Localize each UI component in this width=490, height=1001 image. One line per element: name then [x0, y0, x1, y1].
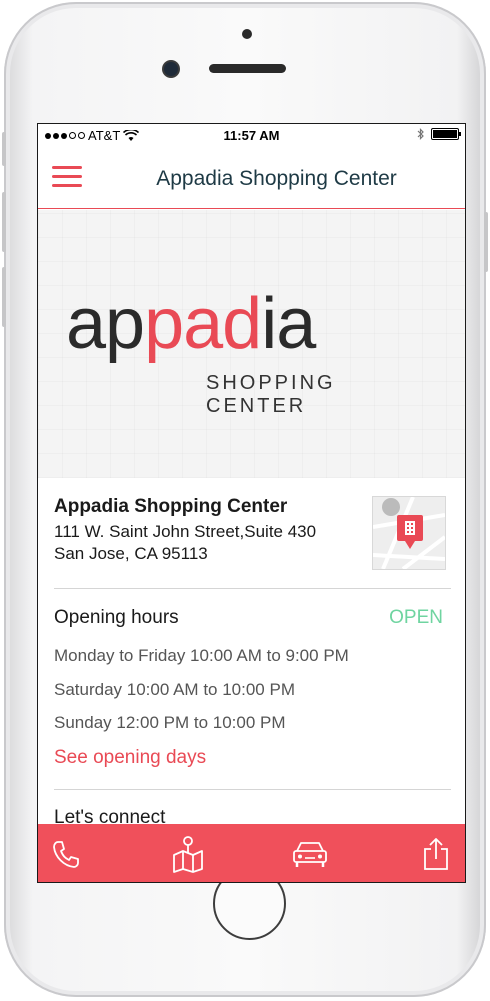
divider: [54, 588, 451, 589]
logo-text-part3: ia: [261, 284, 316, 364]
earpiece-speaker: [209, 64, 286, 73]
logo-subtitle: SHOPPING CENTER: [206, 372, 336, 417]
battery-icon: [431, 128, 461, 140]
phone-icon[interactable]: [46, 834, 86, 874]
navigation-bar: Appadia Shopping Center: [38, 146, 465, 209]
bluetooth-icon: [417, 128, 424, 140]
volume-down-button: [2, 267, 6, 327]
bottom-tab-bar: [38, 824, 465, 882]
mute-switch: [2, 132, 6, 166]
proximity-sensor: [242, 29, 252, 39]
see-opening-days-link[interactable]: See opening days: [54, 747, 206, 769]
logo-text-part1: ap: [66, 284, 145, 364]
appadia-logo: appadia SHOPPING CENTER: [66, 288, 333, 417]
opening-hours-title: Opening hours: [54, 607, 179, 628]
open-status-badge: OPEN: [389, 607, 443, 628]
status-bar: AT&T 11:57 AM: [38, 124, 465, 146]
hours-line: Saturday 10:00 AM to 10:00 PM: [54, 680, 295, 699]
hours-line: Monday to Friday 10:00 AM to 9:00 PM: [54, 646, 349, 665]
app-screen: AT&T 11:57 AM Appadia Shopping Center ap…: [37, 123, 466, 883]
share-icon[interactable]: [416, 834, 456, 874]
hero-banner: appadia SHOPPING CENTER: [38, 210, 465, 478]
divider: [54, 789, 451, 790]
hours-line: Sunday 12:00 PM to 10:00 PM: [54, 713, 286, 732]
menu-icon[interactable]: [52, 166, 82, 188]
status-time: 11:57 AM: [223, 128, 280, 143]
car-icon[interactable]: [290, 834, 330, 874]
power-button: [484, 212, 488, 272]
map-icon[interactable]: [168, 834, 208, 874]
page-title: Appadia Shopping Center: [156, 167, 397, 190]
front-camera: [164, 62, 178, 76]
volume-up-button: [2, 192, 6, 252]
location-info: Appadia Shopping Center 111 W. Saint Joh…: [54, 496, 449, 571]
map-thumbnail[interactable]: [372, 496, 447, 571]
logo-text-part2: pad: [144, 284, 262, 364]
map-pin-icon: [372, 496, 447, 571]
